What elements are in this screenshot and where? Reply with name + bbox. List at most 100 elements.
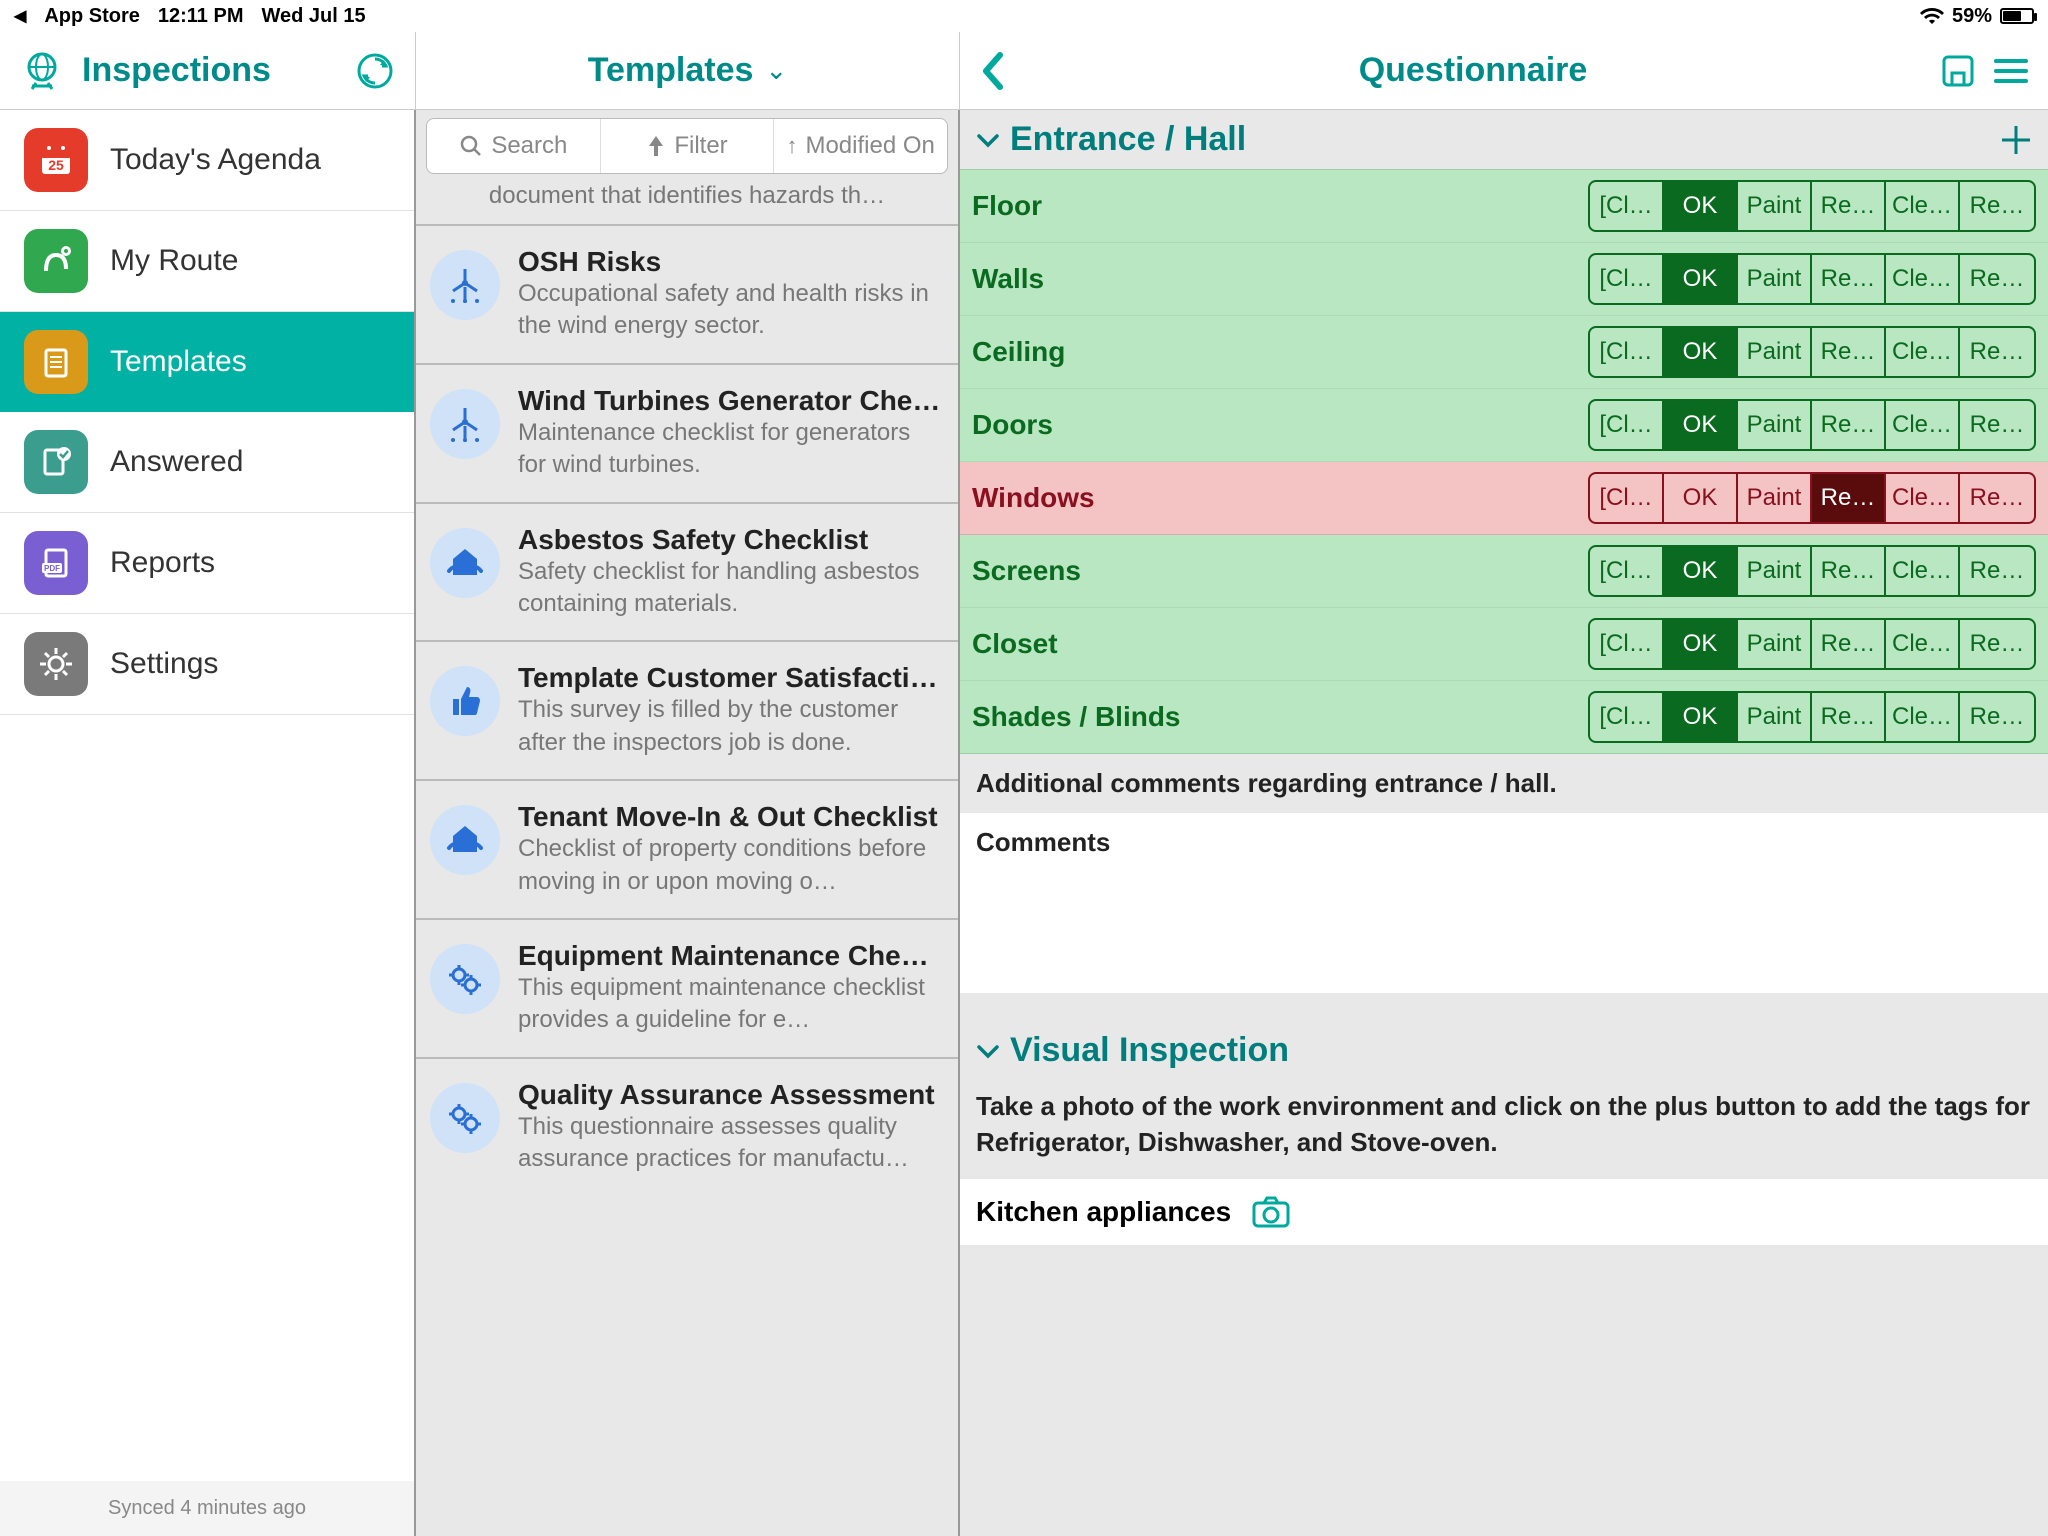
option-button[interactable]: Cle… <box>1886 255 1960 303</box>
option-button[interactable]: Cle… <box>1886 547 1960 595</box>
save-icon[interactable] <box>1938 51 1978 91</box>
option-button[interactable]: Re… <box>1960 328 2034 376</box>
option-button[interactable]: Cle… <box>1886 401 1960 449</box>
status-date: Wed Jul 15 <box>261 5 365 28</box>
add-section-button[interactable] <box>1998 122 2034 158</box>
photo-label: Kitchen appliances <box>976 1196 1231 1228</box>
option-button[interactable]: Paint <box>1738 401 1812 449</box>
option-button[interactable]: Re… <box>1960 620 2034 668</box>
option-button[interactable]: [Cl… <box>1590 620 1664 668</box>
section-header-visual[interactable]: Visual Inspection <box>960 1021 2048 1080</box>
option-button[interactable]: Paint <box>1738 693 1812 741</box>
option-button[interactable]: OK <box>1664 620 1738 668</box>
option-button[interactable]: OK <box>1664 328 1738 376</box>
question-row: Shades / Blinds[Cl…OKPaintRe…Cle…Re… <box>960 681 2048 753</box>
templates-icon <box>24 330 88 394</box>
question-row: Ceiling[Cl…OKPaintRe…Cle…Re… <box>960 316 2048 389</box>
option-button[interactable]: [Cl… <box>1590 182 1664 230</box>
sidebar-item-agenda[interactable]: 25 Today's Agenda <box>0 110 414 211</box>
sidebar-item-reports[interactable]: PDF Reports <box>0 513 414 614</box>
option-button[interactable]: Paint <box>1738 474 1812 522</box>
filter-button[interactable]: Filter <box>601 119 775 173</box>
option-button[interactable]: Cle… <box>1886 182 1960 230</box>
template-item[interactable]: Wind Turbines Generator Chec… Maintenanc… <box>416 363 958 502</box>
option-button[interactable]: Paint <box>1738 547 1812 595</box>
camera-icon[interactable] <box>1251 1195 1291 1229</box>
option-button[interactable]: Re… <box>1960 401 2034 449</box>
battery-pct: 59% <box>1952 5 1992 28</box>
template-item[interactable]: Template Customer Satisfactio… This surv… <box>416 640 958 779</box>
clipped-prev-desc: document that identifies hazards th… <box>416 182 958 224</box>
template-item[interactable]: Tenant Move-In & Out Checklist Checklist… <box>416 779 958 918</box>
option-button[interactable]: [Cl… <box>1590 547 1664 595</box>
sort-button[interactable]: ↑ Modified On <box>774 119 947 173</box>
comments-input[interactable]: Comments <box>960 813 2048 993</box>
option-button[interactable]: Cle… <box>1886 474 1960 522</box>
chevron-down-icon <box>974 1037 1002 1065</box>
option-button[interactable]: Paint <box>1738 328 1812 376</box>
back-to-app-chevron[interactable]: ◀ <box>14 6 26 26</box>
option-button[interactable]: Re… <box>1812 255 1886 303</box>
option-button[interactable]: OK <box>1664 255 1738 303</box>
option-button[interactable]: Re… <box>1960 693 2034 741</box>
option-button[interactable]: Paint <box>1738 182 1812 230</box>
option-button[interactable]: Re… <box>1812 693 1886 741</box>
option-button[interactable]: Re… <box>1812 474 1886 522</box>
option-button[interactable]: Re… <box>1812 328 1886 376</box>
option-button[interactable]: [Cl… <box>1590 474 1664 522</box>
option-button[interactable]: OK <box>1664 474 1738 522</box>
option-button[interactable]: Re… <box>1812 182 1886 230</box>
option-button[interactable]: OK <box>1664 693 1738 741</box>
option-button[interactable]: Cle… <box>1886 620 1960 668</box>
option-group: [Cl…OKPaintRe…Cle…Re… <box>1588 399 2036 451</box>
template-title: Equipment Maintenance Check… <box>518 940 944 972</box>
chevron-down-icon[interactable]: ⌄ <box>765 55 787 86</box>
template-item[interactable]: OSH Risks Occupational safety and health… <box>416 224 958 363</box>
section-header-entrance[interactable]: Entrance / Hall <box>960 110 2048 169</box>
photo-row[interactable]: Kitchen appliances <box>960 1179 2048 1245</box>
option-button[interactable]: OK <box>1664 547 1738 595</box>
hamburger-icon[interactable] <box>1992 55 2030 87</box>
sidebar-item-templates[interactable]: Templates <box>0 312 414 412</box>
option-button[interactable]: Cle… <box>1886 693 1960 741</box>
option-button[interactable]: OK <box>1664 182 1738 230</box>
option-button[interactable]: Cle… <box>1886 328 1960 376</box>
sidebar-item-settings[interactable]: Settings <box>0 614 414 715</box>
sidebar-item-label: My Route <box>110 244 238 278</box>
template-item[interactable]: Asbestos Safety Checklist Safety checkli… <box>416 502 958 641</box>
option-button[interactable]: Re… <box>1960 182 2034 230</box>
option-button[interactable]: Re… <box>1812 547 1886 595</box>
wifi-icon <box>1920 7 1944 25</box>
globe-icon[interactable] <box>20 49 64 93</box>
option-button[interactable]: Paint <box>1738 255 1812 303</box>
template-item[interactable]: Equipment Maintenance Check… This equipm… <box>416 918 958 1057</box>
template-title: Asbestos Safety Checklist <box>518 524 944 556</box>
option-button[interactable]: Re… <box>1960 255 2034 303</box>
search-input[interactable]: Search <box>427 119 601 173</box>
option-button[interactable]: Re… <box>1960 474 2034 522</box>
question-row: Windows[Cl…OKPaintRe…Cle…Re… <box>960 462 2048 535</box>
template-item[interactable]: Quality Assurance Assessment This questi… <box>416 1057 958 1196</box>
refresh-icon[interactable] <box>355 51 395 91</box>
template-icon <box>430 944 500 1014</box>
sidebar-item-route[interactable]: My Route <box>0 211 414 312</box>
option-button[interactable]: Re… <box>1960 547 2034 595</box>
template-icon <box>430 666 500 736</box>
comments-label: Additional comments regarding entrance /… <box>960 754 2048 813</box>
sidebar-item-answered[interactable]: Answered <box>0 412 414 513</box>
option-button[interactable]: [Cl… <box>1590 693 1664 741</box>
option-button[interactable]: [Cl… <box>1590 255 1664 303</box>
templates-toolbar: Search Filter ↑ Modified On <box>426 118 948 174</box>
option-button[interactable]: OK <box>1664 401 1738 449</box>
template-desc: Safety checklist for handling asbestos c… <box>518 556 944 621</box>
back-icon[interactable] <box>978 49 1008 93</box>
option-button[interactable]: [Cl… <box>1590 328 1664 376</box>
option-button[interactable]: [Cl… <box>1590 401 1664 449</box>
back-to-app-label[interactable]: App Store <box>44 5 140 28</box>
question-label: Walls <box>972 263 1576 295</box>
templates-list[interactable]: OSH Risks Occupational safety and health… <box>416 224 958 1195</box>
option-button[interactable]: Re… <box>1812 401 1886 449</box>
templates-title[interactable]: Templates <box>588 51 754 90</box>
option-button[interactable]: Paint <box>1738 620 1812 668</box>
option-button[interactable]: Re… <box>1812 620 1886 668</box>
